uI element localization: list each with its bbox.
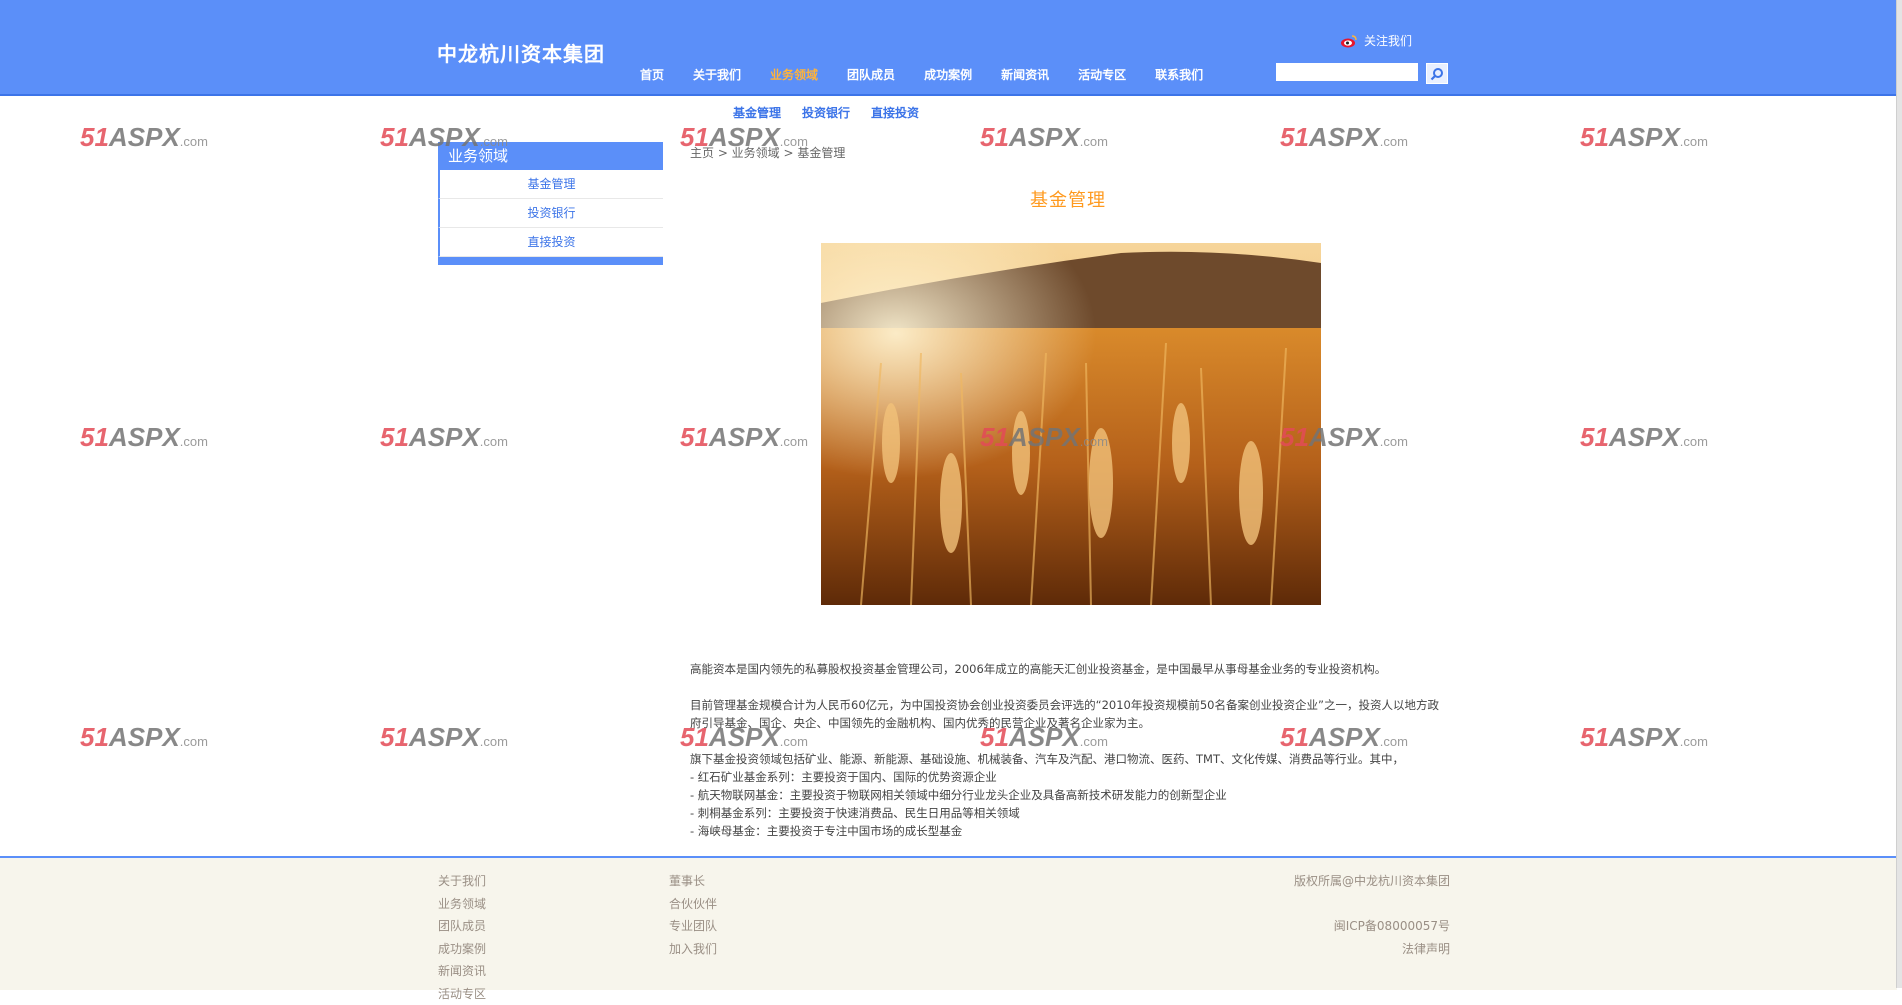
nav-item-about[interactable]: 关于我们 [693, 66, 741, 83]
icp-text: 闽ICP备08000057号 [1260, 915, 1450, 938]
site-header: 中龙杭川资本集团 首页 关于我们 业务领域 团队成员 成功案例 新闻资讯 活动专… [0, 0, 1897, 96]
list-intro: 旗下基金投资领域包括矿业、能源、新能源、基础设施、机械装备、汽车及汽配、港口物流… [690, 750, 1450, 768]
watermark-logo: 51ASPX.com [1280, 122, 1408, 153]
footer-spacer [1260, 893, 1450, 916]
follow-us-label: 关注我们 [1364, 32, 1412, 49]
sidebar-title: 业务领域 [438, 142, 663, 170]
nav-item-news[interactable]: 新闻资讯 [1001, 66, 1049, 83]
watermark-logo: 51ASPX.com [1580, 722, 1708, 753]
footer-link[interactable]: 业务领域 [438, 893, 486, 916]
watermark-logo: 51ASPX.com [80, 422, 208, 453]
watermark-logo: 51ASPX.com [80, 722, 208, 753]
footer-link[interactable]: 合伙伙伴 [669, 893, 717, 916]
wheat-field-image [821, 243, 1321, 605]
sidebar-item-direct[interactable]: 直接投资 [438, 228, 663, 257]
subnav-item-fund[interactable]: 基金管理 [733, 104, 781, 121]
legal-link[interactable]: 法律声明 [1260, 938, 1450, 961]
paragraph: 高能资本是国内领先的私募股权投资基金管理公司，2006年成立的高能天汇创业投资基… [690, 660, 1450, 678]
list-item: - 航天物联网基金：主要投资于物联网相关领域中细分行业龙头企业及具备高新技术研发… [690, 786, 1450, 804]
site-footer: 关于我们 业务领域 团队成员 成功案例 新闻资讯 活动专区 董事长 合伙伙伴 专… [0, 856, 1897, 990]
subnav-item-direct[interactable]: 直接投资 [871, 104, 919, 121]
follow-us-link[interactable]: 关注我们 [1340, 32, 1412, 49]
nav-item-business[interactable]: 业务领域 [770, 66, 818, 83]
footer-link[interactable]: 成功案例 [438, 938, 486, 961]
footer-links-col1: 关于我们 业务领域 团队成员 成功案例 新闻资讯 活动专区 [438, 870, 486, 1005]
nav-item-team[interactable]: 团队成员 [847, 66, 895, 83]
footer-link[interactable]: 加入我们 [669, 938, 717, 961]
footer-info: 版权所属@中龙杭川资本集团 闽ICP备08000057号 法律声明 [1260, 870, 1450, 960]
fund-list: - 红石矿业基金系列：主要投资于国内、国际的优势资源企业 - 航天物联网基金：主… [690, 768, 1450, 840]
footer-link[interactable]: 董事长 [669, 870, 717, 893]
sidebar-item-fund[interactable]: 基金管理 [438, 170, 663, 199]
sidebar: 业务领域 基金管理 投资银行 直接投资 [438, 142, 663, 265]
list-item: - 海峡母基金：主要投资于专注中国市场的成长型基金 [690, 822, 1450, 840]
paragraph: 目前管理基金规模合计为人民币60亿元，为中国投资协会创业投资委员会评选的“201… [690, 696, 1450, 732]
footer-link[interactable]: 关于我们 [438, 870, 486, 893]
page-title: 基金管理 [1030, 186, 1106, 212]
footer-link[interactable]: 团队成员 [438, 915, 486, 938]
watermark-logo: 51ASPX.com [80, 122, 208, 153]
watermark-logo: 51ASPX.com [380, 722, 508, 753]
search-button[interactable] [1426, 63, 1448, 84]
nav-item-contact[interactable]: 联系我们 [1155, 66, 1203, 83]
weibo-icon [1340, 34, 1358, 48]
sub-nav: 基金管理 投资银行 直接投资 [733, 104, 940, 121]
list-item: - 红石矿业基金系列：主要投资于国内、国际的优势资源企业 [690, 768, 1450, 786]
subnav-item-ibank[interactable]: 投资银行 [802, 104, 850, 121]
main-content: 高能资本是国内领先的私募股权投资基金管理公司，2006年成立的高能天汇创业投资基… [690, 660, 1450, 840]
nav-item-home[interactable]: 首页 [640, 66, 664, 83]
search-input[interactable] [1276, 63, 1418, 81]
sidebar-item-ibank[interactable]: 投资银行 [438, 199, 663, 228]
sidebar-bottom-bar [438, 257, 663, 265]
watermark-logo: 51ASPX.com [380, 422, 508, 453]
breadcrumb: 主页 > 业务领域 > 基金管理 [690, 144, 845, 161]
nav-item-cases[interactable]: 成功案例 [924, 66, 972, 83]
search-icon [1430, 67, 1444, 81]
footer-link[interactable]: 专业团队 [669, 915, 717, 938]
watermark-logo: 51ASPX.com [680, 422, 808, 453]
footer-links-col2: 董事长 合伙伙伴 专业团队 加入我们 [669, 870, 717, 960]
main-nav: 首页 关于我们 业务领域 团队成员 成功案例 新闻资讯 活动专区 联系我们 [640, 66, 1232, 83]
nav-item-events[interactable]: 活动专区 [1078, 66, 1126, 83]
list-item: - 刺桐基金系列：主要投资于快速消费品、民生日用品等相关领域 [690, 804, 1450, 822]
watermark-logo: 51ASPX.com [1580, 122, 1708, 153]
footer-link[interactable]: 新闻资讯 [438, 960, 486, 983]
watermark-logo: 51ASPX.com [980, 122, 1108, 153]
copyright-text: 版权所属@中龙杭川资本集团 [1260, 870, 1450, 893]
watermark-logo: 51ASPX.com [1580, 422, 1708, 453]
footer-link[interactable]: 活动专区 [438, 983, 486, 1005]
vertical-scrollbar[interactable] [1896, 0, 1902, 988]
site-title: 中龙杭川资本集团 [437, 38, 605, 67]
